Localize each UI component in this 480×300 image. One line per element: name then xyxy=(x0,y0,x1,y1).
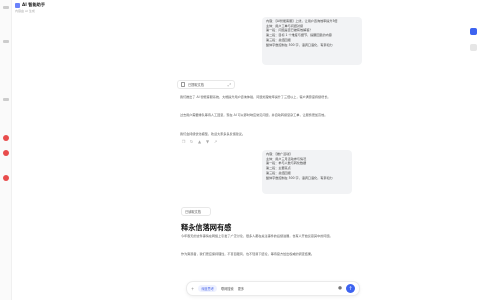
file-card-label: 已读取文档 xyxy=(185,210,201,214)
expand-icon[interactable]: ⤢ xyxy=(228,82,231,87)
copy-icon[interactable]: ❐ xyxy=(181,139,186,144)
answer-paragraph: 我们会持续优化模型，欢迎大家多多反馈建议。 xyxy=(180,132,245,136)
app-logo-icon xyxy=(15,2,20,8)
right-rail xyxy=(467,0,480,300)
web-search-toggle[interactable]: 联网搜索 xyxy=(221,286,234,291)
message-composer[interactable]: ＋ 深度思考 联网搜索 更多 ● ↑ xyxy=(186,281,360,296)
notification-badge[interactable] xyxy=(3,175,9,181)
deep-think-label: 深度思考 xyxy=(201,287,214,291)
header: AI 智能助手 内容由 AI 生成 xyxy=(15,2,45,13)
chat-area: 内容：【AI智能客服】上线，让用户咨询效率提升3倍 主体：用户工单与问题对接 第… xyxy=(165,0,365,300)
bookmark-icon[interactable] xyxy=(3,98,9,101)
notification-badge[interactable] xyxy=(3,150,9,156)
attach-icon[interactable]: ＋ xyxy=(191,286,194,291)
answer-paragraph: 我们推出了 AI 智能客服系统，大幅提升用户咨询体验，问题处理效率提升了三倍以上… xyxy=(180,95,331,99)
menu-icon[interactable] xyxy=(3,6,9,9)
file-icon xyxy=(181,82,185,87)
more-label: 更多 xyxy=(237,287,245,291)
file-card[interactable]: 已提取文档 ⤢ xyxy=(177,80,235,89)
file-card[interactable]: 已读取文档 xyxy=(181,207,211,216)
share-icon[interactable]: ↗ xyxy=(213,139,218,144)
answer-paragraph: 今年春天的这件事情在网络上引发了广泛讨论，很多人都在关注事件的后续进展，也有人开… xyxy=(181,234,333,238)
more-button[interactable]: 更多 xyxy=(238,286,244,291)
user-message: 内容：【推广活动】 主体：用户三月活动参与情况 第一段：参与人数与转化数据 第二… xyxy=(262,150,352,194)
answer-paragraph: 作为旁观者，我们更应保持理性，不盲目跟风，也不轻易下结论，等待官方给出权威的调查… xyxy=(181,252,315,256)
microphone-icon[interactable]: ● xyxy=(338,286,342,291)
answer-heading: 释永信落网有感 xyxy=(181,223,232,232)
app-subtitle: 内容由 AI 生成 xyxy=(15,9,35,13)
user-message: 内容：【AI智能客服】上线，让用户咨询效率提升3倍 主体：用户工单与问题对接 第… xyxy=(262,17,362,65)
history-icon[interactable] xyxy=(3,40,9,43)
thumbs-down-icon[interactable]: ▼ xyxy=(205,139,210,144)
app-title: AI 智能助手 xyxy=(22,2,46,7)
answer-toolbar: ❐ ↻ ▲ ▼ ↗ xyxy=(181,139,218,144)
share-icon[interactable] xyxy=(470,44,477,51)
answer-paragraph: 过去用户需要排队等待人工回复，现在 AI 可以即时响应常见问题，并自动转接复杂工… xyxy=(180,113,328,117)
thumbs-up-icon[interactable]: ▲ xyxy=(197,139,202,144)
download-icon[interactable] xyxy=(470,28,477,35)
web-search-label: 联网搜索 xyxy=(220,287,234,291)
left-sidebar xyxy=(0,0,12,300)
file-card-label: 已提取文档 xyxy=(188,83,204,87)
refresh-icon[interactable]: ↻ xyxy=(189,139,194,144)
send-button[interactable]: ↑ xyxy=(346,284,355,293)
notification-badge[interactable] xyxy=(3,135,9,141)
deep-think-toggle[interactable]: 深度思考 xyxy=(198,285,217,292)
